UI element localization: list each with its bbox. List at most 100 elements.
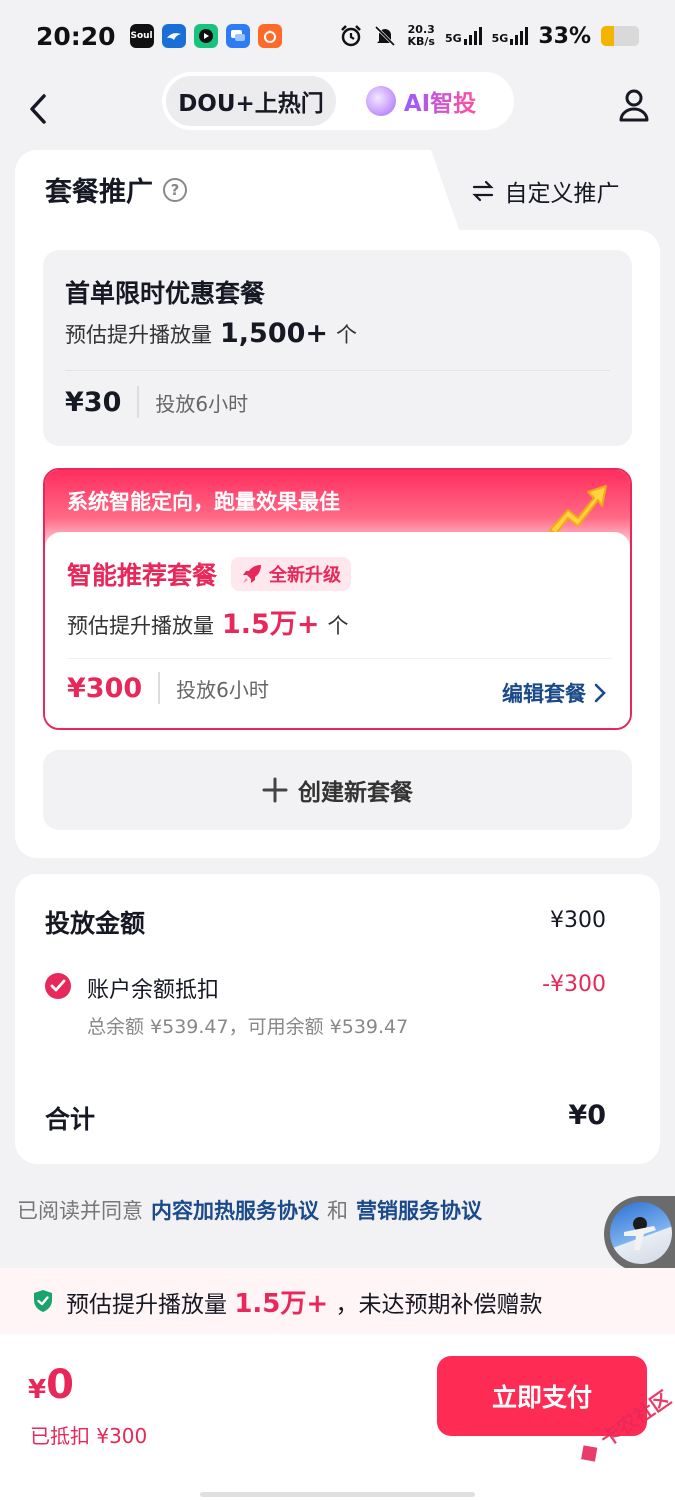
create-package-label: 创建新套餐 bbox=[298, 780, 413, 806]
signal-2-label: 5G bbox=[491, 32, 509, 45]
plan-recommended-duration: 投放6小时 bbox=[176, 677, 269, 702]
signal-1-bars-icon bbox=[463, 27, 482, 45]
amount-label: 投放金额 bbox=[45, 909, 146, 938]
plan-recommended-est-prefix: 预估提升播放量 bbox=[67, 614, 214, 638]
upgrade-badge: 全新升级 bbox=[231, 557, 352, 591]
tab-dou-plus[interactable]: DOU+上热门 bbox=[166, 76, 336, 126]
agreement-prefix: 已阅读并同意 bbox=[17, 1199, 143, 1223]
edit-package-link[interactable]: 编辑套餐 bbox=[502, 678, 606, 708]
guarantee-banner: 预估提升播放量 1.5万+ ，未达预期补偿赠款 bbox=[0, 1268, 675, 1334]
battery-icon bbox=[601, 26, 639, 46]
tab-dou-plus-label: DOU+上热门 bbox=[178, 91, 324, 117]
content-heat-agreement-link[interactable]: 内容加热服务协议 bbox=[151, 1195, 319, 1225]
plan-recommended-price: ¥300 bbox=[67, 672, 143, 704]
package-body: 首单限时优惠套餐 预估提升播放量 1,500+ 个 ¥30 投放6小时 系统智能… bbox=[15, 230, 660, 858]
deducted-note: 已抵扣 ¥300 bbox=[30, 1424, 148, 1448]
plan-recommended-title-row: 智能推荐套餐 全新升级 bbox=[67, 556, 352, 592]
pay-now-label: 立即支付 bbox=[491, 1383, 592, 1412]
bird-app-icon bbox=[161, 24, 186, 48]
plus-icon bbox=[262, 777, 288, 803]
divider bbox=[158, 672, 161, 704]
rocket-icon bbox=[243, 565, 262, 583]
plan-recommended-divider bbox=[67, 658, 612, 659]
watermark-mark-icon bbox=[580, 1444, 598, 1462]
plan-basic-price: ¥30 bbox=[65, 386, 122, 418]
package-tabs: 套餐推广 ? 自定义推广 bbox=[15, 150, 660, 250]
marketing-agreement-link[interactable]: 营销服务协议 bbox=[356, 1195, 482, 1225]
play-app-icon bbox=[193, 24, 218, 48]
mode-switch: DOU+上热门 AI智投 bbox=[162, 72, 514, 130]
signal-1-label: 5G bbox=[444, 32, 462, 45]
plan-basic-price-row: ¥30 投放6小时 bbox=[65, 386, 248, 418]
total-label: 合计 bbox=[45, 1105, 96, 1134]
plan-recommended-estimate: 预估提升播放量 1.5万+ 个 bbox=[67, 602, 348, 641]
net-speed: 20.3 KB/s bbox=[407, 24, 434, 48]
tab-custom-promo-label: 自定义推广 bbox=[504, 181, 620, 207]
tab-package-promo-title: 套餐推广 ? bbox=[45, 170, 187, 209]
plan-recommended-title: 智能推荐套餐 bbox=[67, 561, 218, 590]
profile-button[interactable] bbox=[611, 82, 657, 128]
swap-icon bbox=[471, 180, 494, 202]
checkout-bar: ¥ 0 已抵扣 ¥300 立即支付 bbox=[0, 1334, 675, 1500]
help-icon[interactable]: ? bbox=[163, 177, 187, 202]
battery-fill bbox=[601, 26, 614, 46]
status-bar: 20:20 Soul 20.3 KB/s 5G 5G 33% bbox=[0, 0, 675, 72]
plan-recommended-est-value: 1.5万+ bbox=[222, 609, 320, 640]
payment-card: 投放金额 ¥300 账户余额抵扣 -¥300 总余额 ¥539.47，可用余额 … bbox=[15, 874, 660, 1164]
plan-basic-estimate: 预估提升播放量 1,500+ 个 bbox=[65, 318, 357, 349]
tab-custom-promo[interactable]: 自定义推广 bbox=[430, 150, 660, 232]
tab-ai-invest-label: AI智投 bbox=[404, 84, 476, 118]
chat-app-icon bbox=[225, 24, 250, 48]
plan-recommended-banner-text: 系统智能定向，跑量效果最佳 bbox=[67, 490, 340, 514]
avatar-image bbox=[610, 1202, 672, 1264]
create-package-button[interactable]: 创建新套餐 bbox=[43, 750, 632, 830]
floating-assistant-avatar[interactable] bbox=[604, 1196, 675, 1272]
edit-package-label: 编辑套餐 bbox=[502, 682, 586, 706]
plan-basic-duration: 投放6小时 bbox=[155, 391, 249, 416]
agreement-and: 和 bbox=[327, 1199, 348, 1223]
agreement-line: 已阅读并同意 内容加热服务协议 和 营销服务协议 bbox=[17, 1195, 482, 1225]
plan-basic-est-unit: 个 bbox=[336, 323, 358, 347]
status-app-icons: Soul bbox=[129, 24, 282, 48]
plan-basic-title: 首单限时优惠套餐 bbox=[65, 279, 266, 308]
payable-amount: ¥ 0 bbox=[28, 1362, 74, 1408]
plan-basic-est-prefix: 预估提升播放量 bbox=[65, 323, 212, 347]
orange-app-icon bbox=[257, 24, 282, 48]
person-silhouette-icon bbox=[624, 1217, 656, 1250]
ai-mascot-icon bbox=[365, 86, 396, 116]
back-button[interactable] bbox=[18, 84, 58, 134]
back-arrow-icon bbox=[30, 94, 46, 124]
chevron-right-icon bbox=[594, 683, 606, 703]
package-card: 套餐推广 ? 自定义推广 首单限时优惠套餐 预估提升播放量 1,500+ 个 ¥… bbox=[15, 150, 660, 858]
signal-2: 5G bbox=[492, 27, 529, 45]
balance-deduct-value: -¥300 bbox=[542, 972, 606, 997]
divider bbox=[137, 386, 140, 418]
plan-basic[interactable]: 首单限时优惠套餐 预估提升播放量 1,500+ 个 ¥30 投放6小时 bbox=[43, 250, 632, 446]
mute-bell-icon bbox=[373, 24, 397, 48]
upgrade-badge-label: 全新升级 bbox=[269, 565, 342, 586]
balance-deduct-checkbox[interactable] bbox=[45, 973, 71, 999]
home-indicator[interactable] bbox=[200, 1492, 475, 1497]
guarantee-prefix: 预估提升播放量 bbox=[66, 1291, 227, 1318]
payable-currency: ¥ bbox=[28, 1375, 47, 1405]
plan-recommended[interactable]: 系统智能定向，跑量效果最佳 智能推荐套餐 全新升级 预估提升播放量 1.5万+ … bbox=[43, 468, 632, 730]
net-speed-unit: KB/s bbox=[407, 35, 435, 48]
status-right: 20.3 KB/s 5G 5G 33% bbox=[339, 24, 639, 49]
plan-recommended-est-unit: 个 bbox=[327, 614, 349, 638]
plan-basic-divider bbox=[65, 370, 610, 371]
plan-basic-est-value: 1,500+ bbox=[220, 318, 329, 349]
plan-recommended-price-row: ¥300 投放6小时 bbox=[67, 672, 269, 704]
shield-check-icon bbox=[34, 1290, 52, 1312]
amount-value: ¥300 bbox=[550, 908, 606, 933]
guarantee-text: 预估提升播放量 1.5万+ ，未达预期补偿赠款 bbox=[66, 1283, 542, 1320]
balance-info: 总余额 ¥539.47，可用余额 ¥539.47 bbox=[87, 1016, 409, 1038]
tab-ai-invest[interactable]: AI智投 bbox=[336, 76, 506, 126]
guarantee-value: 1.5万+ bbox=[234, 1288, 329, 1319]
plan-recommended-body: 智能推荐套餐 全新升级 预估提升播放量 1.5万+ 个 ¥300 投放6小时 编… bbox=[45, 532, 630, 728]
guarantee-suffix: ，未达预期补偿赠款 bbox=[335, 1291, 543, 1318]
soul-app-icon: Soul bbox=[129, 24, 154, 48]
check-icon bbox=[50, 979, 66, 992]
alarm-icon bbox=[339, 24, 363, 48]
signal-1: 5G bbox=[445, 27, 482, 45]
trend-arrow-icon bbox=[549, 485, 607, 535]
